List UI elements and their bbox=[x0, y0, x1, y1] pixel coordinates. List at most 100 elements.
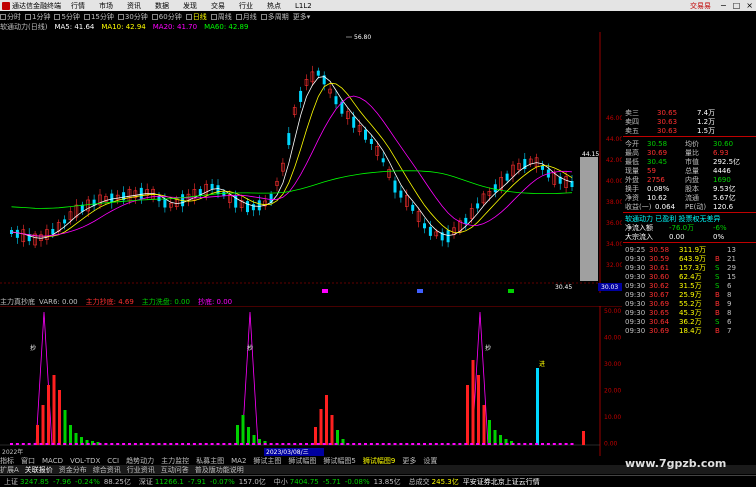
tick-cell: B bbox=[715, 308, 720, 317]
tab-ma2[interactable]: MA2 bbox=[231, 457, 246, 465]
tab-test-main[interactable]: 狮试主图 bbox=[253, 456, 281, 465]
close-icon[interactable]: × bbox=[746, 1, 753, 10]
tab-cci[interactable]: CCI bbox=[107, 457, 119, 465]
menu-exchange[interactable]: 市场 bbox=[99, 1, 113, 11]
tab-settings[interactable]: 设置 bbox=[423, 456, 437, 465]
index-value: 3247.85 bbox=[20, 477, 49, 486]
index-name[interactable]: 中小 bbox=[274, 477, 288, 487]
tab-monitor[interactable]: 主力监控 bbox=[161, 456, 189, 465]
tab-macd[interactable]: MACD bbox=[42, 457, 63, 465]
tick-cell: 30.65 bbox=[649, 308, 670, 317]
event-marker-icon[interactable] bbox=[417, 289, 423, 293]
tab-fund-distribution[interactable]: 资金分布 bbox=[59, 465, 87, 474]
period-1min[interactable]: 1分钟 bbox=[25, 12, 50, 22]
tab-trend[interactable]: 趋势动力 bbox=[126, 456, 154, 465]
period-more[interactable]: 更多 ▾ bbox=[293, 12, 315, 22]
menu-data[interactable]: 数据 bbox=[155, 1, 169, 11]
ma-line bbox=[321, 95, 392, 133]
index-pct: -0.08% bbox=[344, 477, 370, 486]
indicator-bar bbox=[523, 443, 527, 445]
indicator-bar bbox=[281, 443, 285, 445]
menu-news[interactable]: 资讯 bbox=[127, 1, 141, 11]
indicator-tabs: 指标 窗口 MACD VOL-TDX CCI 趋势动力 主力监控 私募主图 MA… bbox=[0, 456, 600, 465]
indicator-bar bbox=[151, 443, 155, 445]
indicator-bar bbox=[10, 443, 13, 445]
candle-body bbox=[364, 133, 367, 140]
maximize-icon[interactable]: □ bbox=[733, 1, 741, 10]
period-15min[interactable]: 15分钟 bbox=[83, 12, 114, 22]
index-change: -5.71 bbox=[322, 477, 341, 486]
period-5min[interactable]: 5分钟 bbox=[54, 12, 80, 22]
index-amount: 157.0亿 bbox=[238, 477, 266, 486]
indicator-bar bbox=[314, 427, 317, 445]
indicator-bar bbox=[47, 385, 50, 445]
ma-legend: 软通动力(日线) MA5: 41.64 MA10: 42.94 MA20: 41… bbox=[0, 22, 255, 32]
tab-general-news[interactable]: 综合资讯 bbox=[93, 465, 121, 474]
indicator-bar bbox=[157, 443, 161, 445]
period-30min[interactable]: 30分钟 bbox=[117, 12, 148, 22]
menu-industry[interactable]: 行业 bbox=[239, 1, 253, 11]
index-pct: -0.24% bbox=[75, 477, 100, 486]
indicator-bar bbox=[222, 443, 226, 445]
indicator-bar bbox=[228, 443, 232, 445]
menu-trade[interactable]: 交易 bbox=[211, 1, 225, 11]
indicator-bar bbox=[210, 443, 214, 445]
tab-expand-a[interactable]: 扩展A bbox=[0, 465, 19, 474]
sub-indicator-chart[interactable]: 50.00 40.00 30.00 20.00 10.00 0.00 抄 抄 抄 进 20… bbox=[0, 306, 622, 456]
menu-hotspot[interactable]: 热点 bbox=[267, 1, 281, 11]
menu-market[interactable]: 行情 bbox=[71, 1, 85, 11]
tick-cell: 7 bbox=[727, 326, 732, 335]
tab-qa[interactable]: 互动问答 bbox=[161, 465, 189, 474]
last-price-label: 44.15 bbox=[582, 151, 599, 158]
indicator-bar bbox=[558, 443, 562, 445]
broker-info[interactable]: 平安证券北京上证云行情 bbox=[463, 477, 540, 487]
index-name[interactable]: 上证 bbox=[4, 477, 18, 487]
tick-row: 09:30 30.69 18.4万 B 7 bbox=[625, 326, 741, 335]
tab-window[interactable]: 窗口 bbox=[21, 456, 35, 465]
tab-edition-note[interactable]: 普及版功能说明 bbox=[195, 465, 244, 474]
period-weekly[interactable]: 周线 bbox=[210, 12, 232, 22]
tab-more[interactable]: 更多 bbox=[402, 456, 416, 465]
candle-body bbox=[476, 203, 480, 209]
tab-private-main[interactable]: 私募主图 bbox=[196, 456, 224, 465]
event-marker-icon[interactable] bbox=[322, 289, 328, 293]
price-axis-label: 44.00 bbox=[606, 136, 622, 143]
period-intraday[interactable]: 分时 bbox=[0, 12, 21, 22]
broker-trade-link[interactable]: 交易易 bbox=[690, 1, 711, 11]
candle-body bbox=[381, 158, 385, 163]
ma-line bbox=[11, 133, 573, 237]
tab-related-quote[interactable]: 关联报价 bbox=[25, 465, 53, 474]
tab-industry-news[interactable]: 行业资讯 bbox=[127, 465, 155, 474]
signal-label: 进 bbox=[539, 360, 545, 368]
checkbox-icon bbox=[117, 13, 124, 20]
tab-vol-tdx[interactable]: VOL-TDX bbox=[70, 457, 100, 465]
menu-l1l2[interactable]: L1L2 bbox=[295, 2, 312, 10]
tab-indicator[interactable]: 指标 bbox=[0, 456, 14, 465]
tab-test-sub5[interactable]: 狮试幅图5 bbox=[323, 456, 355, 465]
candle-body bbox=[464, 217, 468, 224]
price-axis-label: 36.00 bbox=[606, 220, 622, 227]
index-name[interactable]: 深证 bbox=[139, 477, 153, 487]
period-monthly[interactable]: 月线 bbox=[235, 12, 257, 22]
indicator-bar bbox=[334, 443, 338, 445]
sub-axis-label: 50.00 bbox=[604, 308, 621, 315]
indicator-bar bbox=[98, 443, 102, 445]
kline-chart[interactable]: 44.0042.0040.0038.0036.0034.0032.0030.00… bbox=[0, 133, 622, 293]
candle-body bbox=[352, 116, 356, 128]
tick-cell: 30.59 bbox=[649, 254, 670, 263]
period-bar: 分时 1分钟 5分钟 15分钟 30分钟 60分钟 日线 周线 月线 多周期 更… bbox=[0, 11, 430, 22]
event-marker-icon[interactable] bbox=[508, 289, 514, 293]
tick-cell: S bbox=[715, 263, 720, 272]
checkbox-icon bbox=[260, 13, 267, 20]
indicator-bar bbox=[80, 443, 84, 445]
indicator-bar bbox=[440, 443, 444, 445]
menu-discover[interactable]: 发现 bbox=[183, 1, 197, 11]
period-daily[interactable]: 日线 bbox=[185, 12, 207, 22]
period-60min[interactable]: 60分钟 bbox=[151, 12, 182, 22]
divider bbox=[623, 136, 756, 137]
block-inflow-row: 大宗流入 0.00 0% bbox=[625, 232, 725, 241]
period-multi[interactable]: 多周期 bbox=[260, 12, 289, 22]
minimize-icon[interactable]: − bbox=[720, 1, 727, 10]
tab-test-sub[interactable]: 狮试幅图 bbox=[288, 456, 316, 465]
tab-test-sub9[interactable]: 狮试幅图9 bbox=[363, 456, 395, 465]
